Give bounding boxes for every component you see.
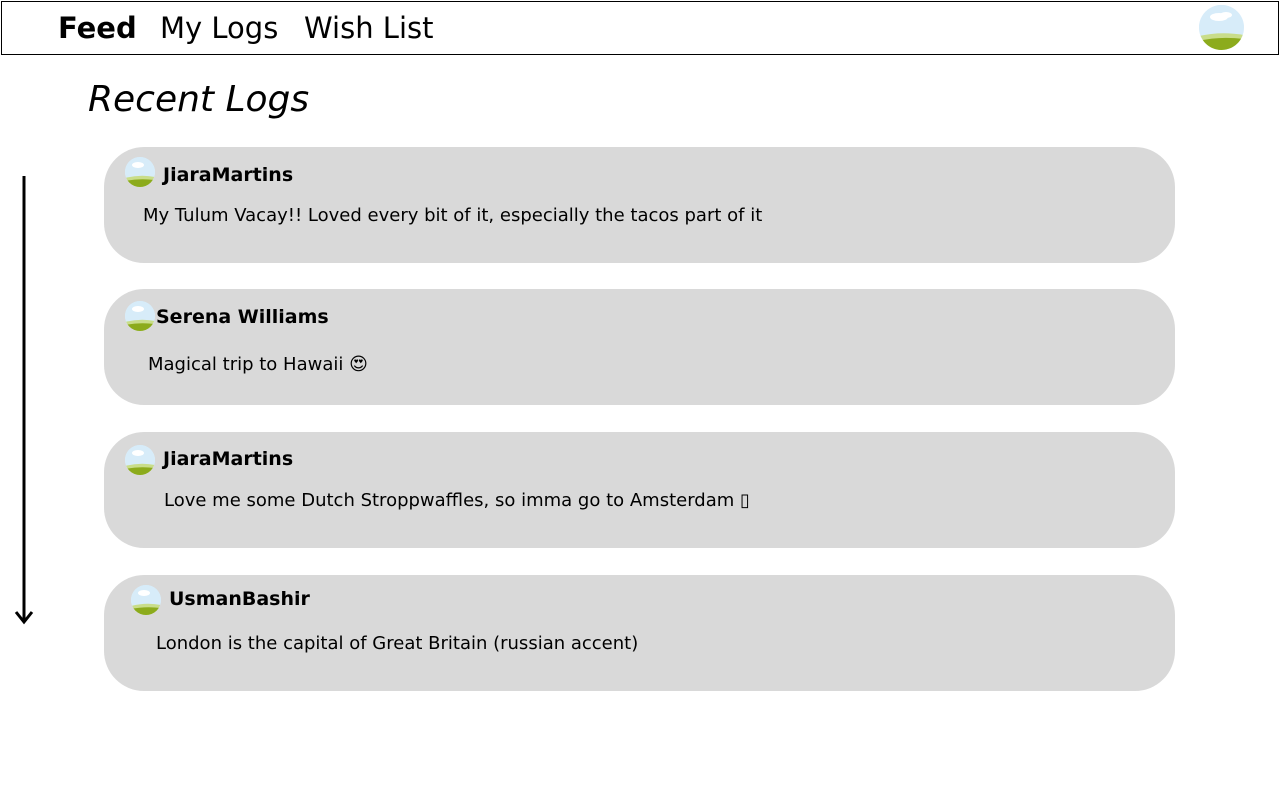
post-text: My Tulum Vacay!! Loved every bit of it, … — [143, 205, 763, 226]
feed-page: Feed My Logs Wish List Recent Logs Jiara… — [0, 0, 1280, 800]
top-nav-bar: Feed My Logs Wish List — [1, 1, 1279, 55]
post-username[interactable]: Serena Williams — [156, 305, 329, 329]
nav-my-logs-link[interactable]: My Logs — [160, 10, 278, 46]
page-title: Recent Logs — [88, 79, 310, 120]
post-username[interactable]: JiaraMartins — [163, 163, 293, 187]
user-avatar-icon — [125, 445, 155, 475]
feed-card[interactable]: UsmanBashir London is the capital of Gre… — [104, 575, 1175, 691]
user-avatar-icon — [131, 585, 161, 615]
feed-card[interactable]: JiaraMartins Love me some Dutch Stroppwa… — [104, 432, 1175, 548]
post-username[interactable]: JiaraMartins — [163, 447, 293, 471]
profile-avatar-icon[interactable] — [1199, 5, 1244, 50]
feed-card[interactable]: JiaraMartins My Tulum Vacay!! Loved ever… — [104, 147, 1175, 263]
post-text: Magical trip to Hawaii 😍 — [148, 354, 368, 375]
nav-wish-list-link[interactable]: Wish List — [304, 10, 434, 46]
down-arrow-icon[interactable] — [14, 176, 34, 628]
post-text: Love me some Dutch Stroppwaffles, so imm… — [164, 490, 750, 511]
user-avatar-icon — [125, 301, 155, 331]
post-text: London is the capital of Great Britain (… — [156, 633, 639, 654]
nav-feed-link[interactable]: Feed — [58, 10, 137, 46]
post-username[interactable]: UsmanBashir — [169, 587, 310, 611]
feed-card[interactable]: Serena Williams Magical trip to Hawaii 😍 — [104, 289, 1175, 405]
user-avatar-icon — [125, 157, 155, 187]
